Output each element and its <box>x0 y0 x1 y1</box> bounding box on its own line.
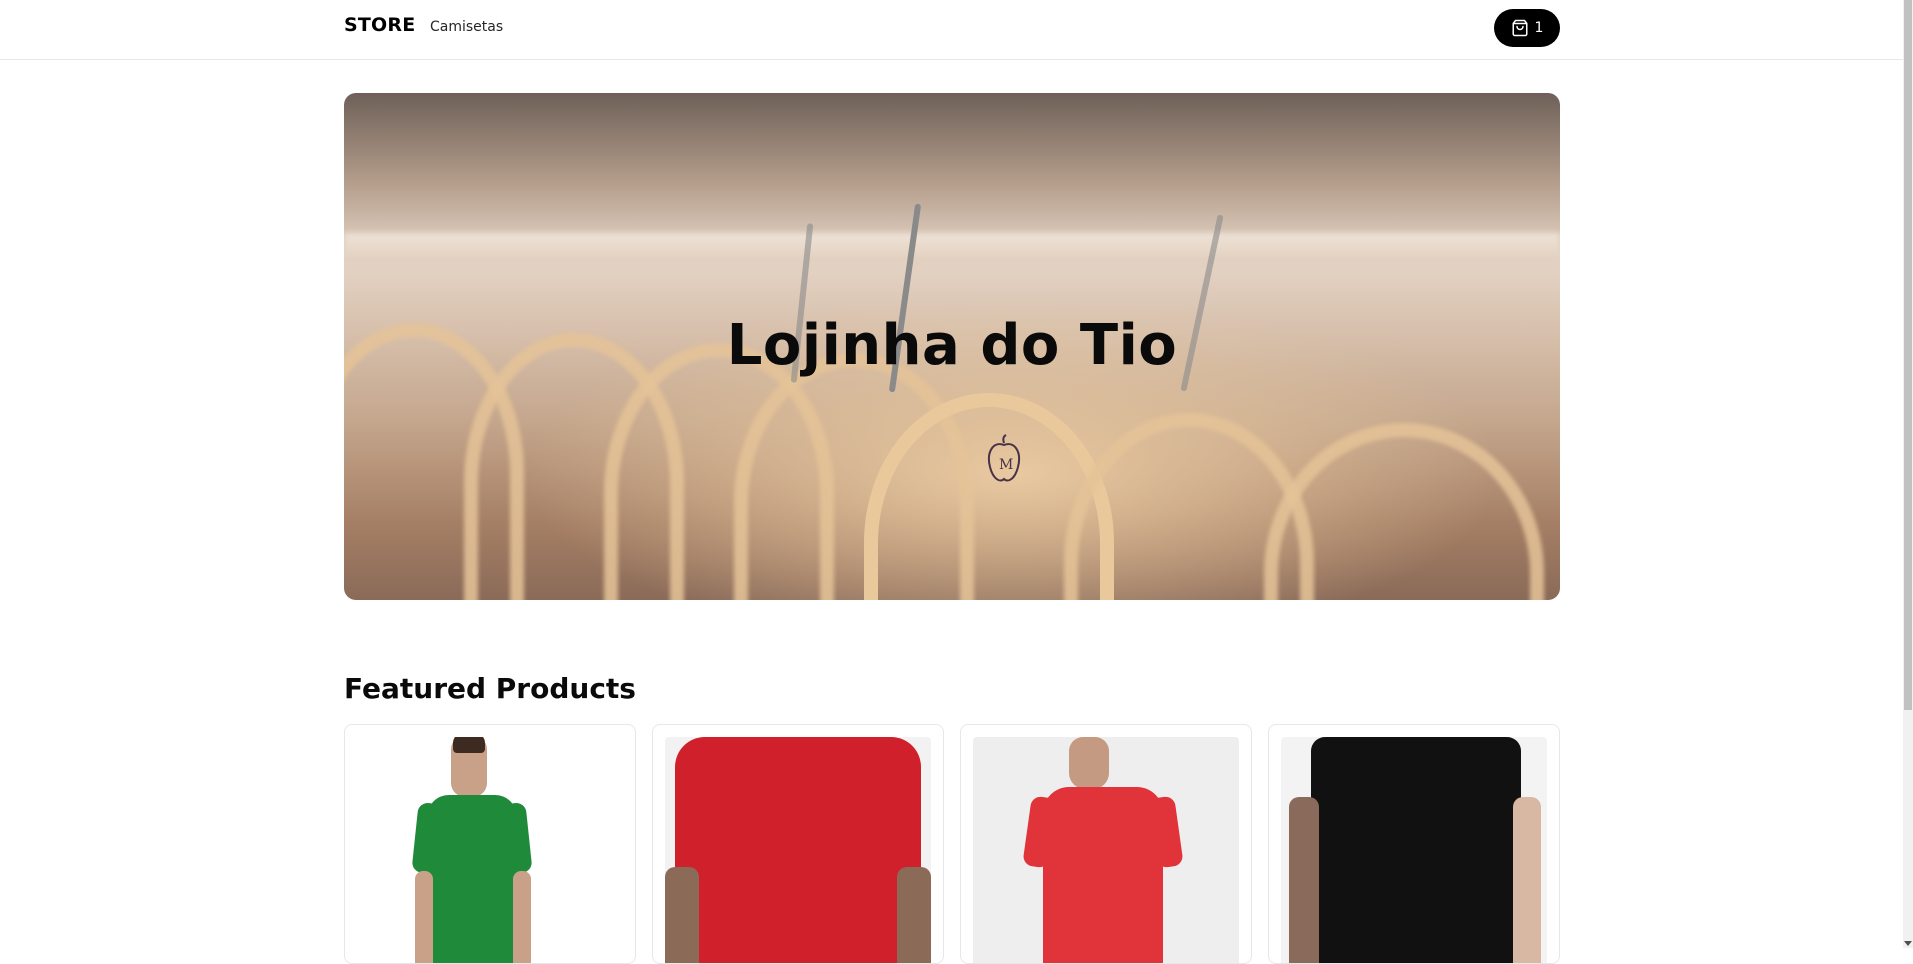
apple-logo-mark: M <box>988 434 1020 482</box>
hero-banner: M Lojinha do Tio <box>344 93 1560 600</box>
model-arm <box>1513 797 1541 963</box>
green-tshirt-photo <box>357 737 623 963</box>
product-card[interactable] <box>960 724 1252 964</box>
model-arm <box>415 871 433 963</box>
page-scrollbar[interactable] <box>1903 0 1913 948</box>
scrollbar-thumb[interactable] <box>1904 0 1912 710</box>
tattooed-arm <box>897 867 931 963</box>
cart-count: 1 <box>1534 20 1544 36</box>
hanger-rail <box>344 233 1560 263</box>
svg-text:M: M <box>999 457 1013 473</box>
model-hair <box>453 737 485 753</box>
brand-logo[interactable]: STORE <box>344 14 415 36</box>
cart-button[interactable]: 1 <box>1494 9 1560 47</box>
nav-link-camisetas[interactable]: Camisetas <box>430 19 503 35</box>
red-tshirt-back-photo <box>973 737 1239 963</box>
product-card[interactable] <box>344 724 636 964</box>
black-tshirt-photo <box>1281 737 1547 963</box>
tshirt-body <box>675 737 921 963</box>
tshirt-body <box>1311 737 1521 963</box>
tshirt-body <box>1043 787 1163 963</box>
model-arm <box>513 871 531 963</box>
product-card[interactable] <box>652 724 944 964</box>
tshirt-body <box>427 795 517 963</box>
shopping-bag-icon <box>1512 19 1528 37</box>
site-header: STORE Camisetas 1 <box>0 0 1903 60</box>
hanger-shape <box>1264 423 1544 600</box>
featured-products-heading: Featured Products <box>344 672 636 705</box>
scroll-down-arrow-icon[interactable] <box>1904 941 1912 946</box>
model-head <box>1069 737 1109 789</box>
tattooed-arm <box>665 867 699 963</box>
tattooed-arm <box>1289 797 1319 963</box>
red-tshirt-photo <box>665 737 931 963</box>
product-card[interactable] <box>1268 724 1560 964</box>
hero-title: Lojinha do Tio <box>726 313 1178 378</box>
